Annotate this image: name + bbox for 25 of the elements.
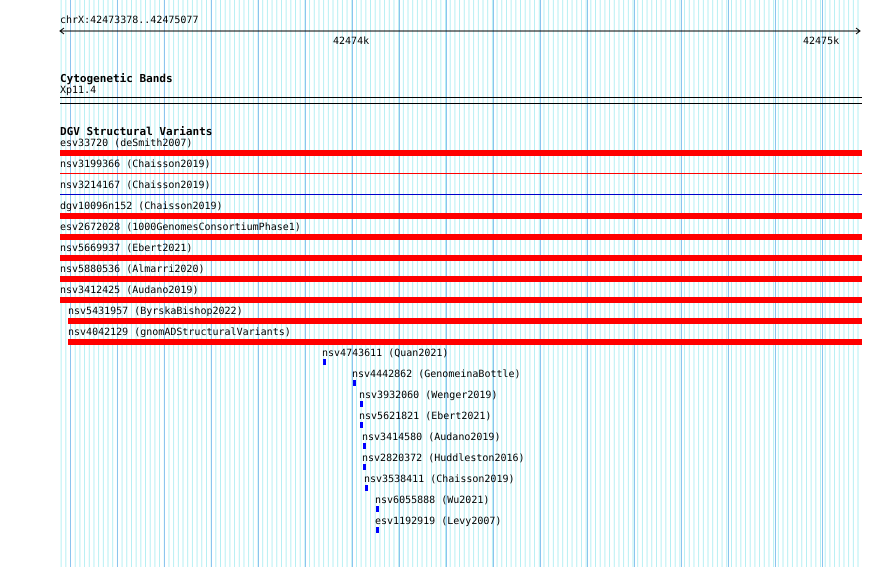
feature-label: nsv5880536 (Almarri2020) xyxy=(60,264,204,275)
tick-label: 42474k xyxy=(333,36,370,47)
feature-label: esv33720 (deSmith2007) xyxy=(60,138,192,149)
track-title: DGV Structural Variants xyxy=(60,126,212,138)
feature-label: nsv4743611 (Quan2021) xyxy=(322,348,448,359)
location-label: chrX:42473378..42475077 xyxy=(60,15,198,26)
track-title: Cytogenetic Bands xyxy=(60,73,173,85)
feature-label: nsv3412425 (Audano2019) xyxy=(60,285,198,296)
feature-label: nsv3538411 (Chaisson2019) xyxy=(364,474,515,485)
feature-label: nsv4042129 (gnomADStructuralVariants) xyxy=(68,327,291,338)
feature-label: nsv4442862 (GenomeinaBottle) xyxy=(352,369,521,380)
feature-label: nsv3414580 (Audano2019) xyxy=(362,432,500,443)
feature-label: nsv5621821 (Ebert2021) xyxy=(359,411,492,422)
tick-label: 42475k xyxy=(803,36,840,47)
feature-label: nsv3932060 (Wenger2019) xyxy=(359,390,498,401)
feature-label: nsv2820372 (Huddleston2016) xyxy=(362,453,525,464)
feature-label: dgv10096n152 (Chaisson2019) xyxy=(60,201,223,212)
band-label: Xp11.4 xyxy=(60,86,96,96)
feature-label: nsv6055888 (Wu2021) xyxy=(375,495,490,506)
feature-label: nsv5431957 (ByrskaBishop2022) xyxy=(68,306,243,317)
feature-label: nsv3199366 (Chaisson2019) xyxy=(60,159,211,170)
feature-label: esv1192919 (Levy2007) xyxy=(375,516,502,527)
feature-label: nsv5669937 (Ebert2021) xyxy=(60,243,192,254)
feature-label: nsv3214167 (Chaisson2019) xyxy=(60,180,211,191)
feature-label: esv2672028 (1000GenomesConsortiumPhase1) xyxy=(60,222,301,233)
